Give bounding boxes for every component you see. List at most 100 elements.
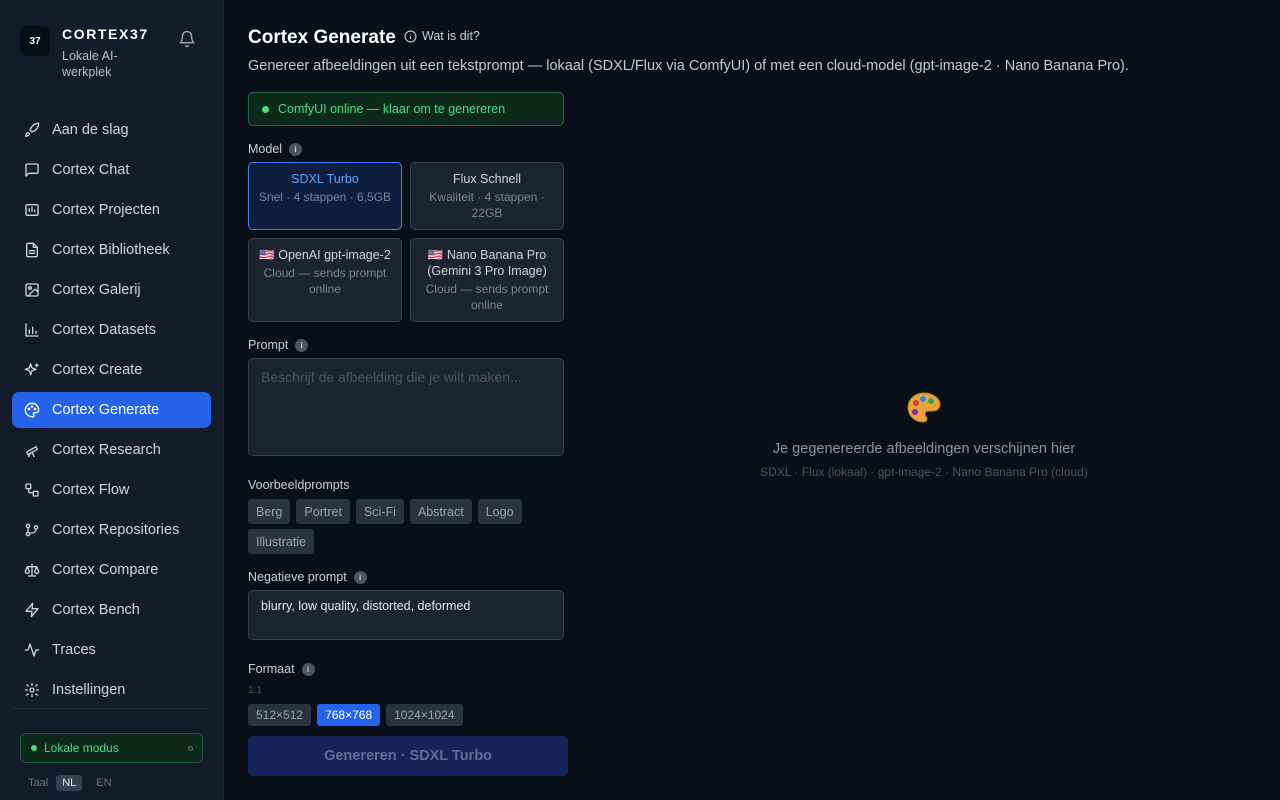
prompt-label-text: Prompt	[248, 338, 289, 352]
info-icon[interactable]: i	[289, 142, 303, 156]
activity-icon	[24, 643, 40, 657]
mode-label: Lokale modus	[44, 741, 119, 755]
sidebar-item-generate[interactable]: Cortex Generate	[12, 392, 211, 428]
language-label: Taal	[28, 777, 49, 789]
sidebar-item-bench[interactable]: Cortex Bench	[12, 592, 211, 628]
sidebar-item-label: Instellingen	[52, 682, 126, 698]
example-prompts-label: Voorbeeldprompts	[248, 478, 349, 492]
bar-chart-icon	[25, 323, 39, 337]
sidebar-item-repositories[interactable]: Cortex Repositories	[12, 512, 211, 548]
sparkles-icon	[24, 363, 39, 376]
sidebar-item-create[interactable]: Cortex Create	[12, 352, 211, 388]
bell-icon[interactable]	[178, 30, 196, 48]
sidebar-item-label: Cortex Bibliotheek	[52, 242, 170, 258]
aspect-ratio-text: 1:1	[248, 685, 262, 696]
help-link-label: Wat is dit?	[422, 29, 480, 43]
palette-icon	[907, 392, 941, 423]
model-desc: Cloud — sends prompt online	[425, 282, 549, 312]
git-branch-icon	[25, 523, 39, 537]
telescope-icon	[26, 446, 38, 458]
sidebar-item-compare[interactable]: Cortex Compare	[12, 552, 211, 588]
format-label: Formaat i	[248, 662, 315, 676]
sidebar-item-instellingen[interactable]: Instellingen	[12, 672, 211, 708]
example-chip-logo[interactable]: Logo	[477, 499, 522, 524]
model-label-text: Model	[248, 142, 283, 156]
rocket-icon	[25, 122, 40, 137]
status-text: ComfyUI online — klaar om te genereren	[278, 102, 506, 116]
sidebar-item-chat[interactable]: Cortex Chat	[12, 152, 211, 188]
lightning-icon	[25, 602, 39, 618]
model-option-sdxl-turbo[interactable]: SDXL Turbo Snel · 4 stappen · 6,5GB	[248, 162, 402, 230]
sidebar-item-aan-de-slag[interactable]: Aan de slag	[12, 112, 211, 148]
sidebar-item-label: Traces	[52, 642, 96, 658]
document-icon	[26, 242, 38, 258]
example-chip-portret[interactable]: Portret	[296, 499, 350, 524]
mode-badge[interactable]: Lokale modus	[20, 733, 203, 763]
model-desc: Cloud — sends prompt online	[263, 266, 387, 296]
sidebar-nav: Aan de slag Cortex Chat Cortex Projecten…	[12, 112, 211, 712]
prompt-input[interactable]	[248, 358, 564, 456]
model-desc: Kwaliteit · 4 stappen · 22GB	[429, 190, 545, 220]
info-icon[interactable]: i	[353, 570, 367, 584]
comfyui-status-banner: ComfyUI online — klaar om te genereren	[248, 92, 564, 126]
prompt-label: Prompt i	[248, 338, 309, 352]
sidebar-item-label: Cortex Galerij	[52, 282, 141, 298]
model-name: 🇺🇸 Nano Banana Pro (Gemini 3 Pro Image)	[427, 248, 547, 278]
sidebar-item-traces[interactable]: Traces	[12, 632, 211, 668]
example-chip-berg[interactable]: Berg	[248, 499, 291, 524]
model-option-gpt-image-2[interactable]: 🇺🇸 OpenAI gpt-image-2 Cloud — sends prom…	[248, 238, 402, 322]
format-option-768[interactable]: 768×768	[317, 704, 381, 726]
example-prompts: Berg Portret Sci-Fi Abstract Logo Illust…	[248, 499, 568, 559]
sidebar-item-bibliotheek[interactable]: Cortex Bibliotheek	[12, 232, 211, 268]
sidebar-item-label: Cortex Datasets	[52, 322, 156, 338]
help-link[interactable]: Wat is dit?	[404, 29, 480, 43]
example-prompts-label-text: Voorbeeldprompts	[248, 478, 350, 492]
model-name: 🇺🇸 OpenAI gpt-image-2	[259, 248, 391, 262]
info-icon[interactable]: i	[295, 338, 309, 352]
model-desc: Snel · 4 stappen · 6,5GB	[258, 190, 392, 204]
sidebar-item-label: Cortex Generate	[52, 402, 160, 418]
example-chip-abstract[interactable]: Abstract	[409, 499, 472, 524]
folder-icon	[25, 204, 39, 216]
sidebar-item-galerij[interactable]: Cortex Galerij	[12, 272, 211, 308]
info-icon[interactable]: i	[301, 662, 315, 676]
sidebar-item-label: Cortex Flow	[52, 482, 130, 498]
sidebar-item-label: Cortex Bench	[52, 602, 140, 618]
negative-prompt-input[interactable]: blurry, low quality, distorted, deformed	[248, 590, 564, 640]
format-options: 512×512 768×768 1024×1024	[248, 704, 469, 726]
page-title: Cortex Generate	[248, 27, 396, 48]
model-option-flux-schnell[interactable]: Flux Schnell Kwaliteit · 4 stappen · 22G…	[410, 162, 564, 230]
page-subtitle: Genereer afbeeldingen uit een tekstpromp…	[248, 58, 1129, 74]
sidebar-divider	[12, 708, 211, 709]
lang-option-en[interactable]: EN	[90, 775, 117, 791]
format-option-512[interactable]: 512×512	[248, 704, 312, 726]
scale-icon	[24, 563, 40, 577]
mode-toggle-indicator	[188, 746, 193, 751]
status-dot	[262, 105, 269, 113]
negative-prompt-label: Negatieve prompt i	[248, 570, 367, 584]
sidebar-item-projecten[interactable]: Cortex Projecten	[12, 192, 211, 228]
model-option-nano-banana-pro[interactable]: 🇺🇸 Nano Banana Pro (Gemini 3 Pro Image) …	[410, 238, 564, 322]
model-name: SDXL Turbo	[291, 172, 359, 186]
sidebar-item-research[interactable]: Cortex Research	[12, 432, 211, 468]
sidebar: 37 CORTEX37 Lokale AI-werkplek Aan de sl…	[0, 0, 224, 800]
workflow-icon	[25, 483, 39, 497]
sidebar-item-label: Aan de slag	[52, 122, 129, 138]
lang-option-nl[interactable]: NL	[56, 775, 83, 791]
format-option-1024[interactable]: 1024×1024	[386, 704, 463, 726]
sidebar-item-label: Cortex Projecten	[52, 202, 160, 218]
chat-icon	[25, 163, 39, 177]
gear-icon	[24, 682, 40, 698]
negative-prompt-label-text: Negatieve prompt	[248, 570, 347, 584]
sidebar-item-datasets[interactable]: Cortex Datasets	[12, 312, 211, 348]
empty-state-subtitle: SDXL · Flux (lokaal) · gpt-image-2 · Nan…	[760, 465, 1088, 479]
example-chip-illustratie[interactable]: Illustratie	[248, 529, 315, 554]
brand-subtitle: Lokale AI-werkplek	[62, 49, 118, 79]
sidebar-item-flow[interactable]: Cortex Flow	[12, 472, 211, 508]
brand: 37 CORTEX37 Lokale AI-werkplek	[20, 24, 210, 84]
example-chip-sci-fi[interactable]: Sci-Fi	[355, 499, 404, 524]
palette-icon	[24, 402, 40, 418]
generate-button[interactable]: Genereren · SDXL Turbo	[248, 736, 568, 776]
info-icon	[404, 30, 417, 42]
brand-name: CORTEX37	[62, 26, 149, 42]
